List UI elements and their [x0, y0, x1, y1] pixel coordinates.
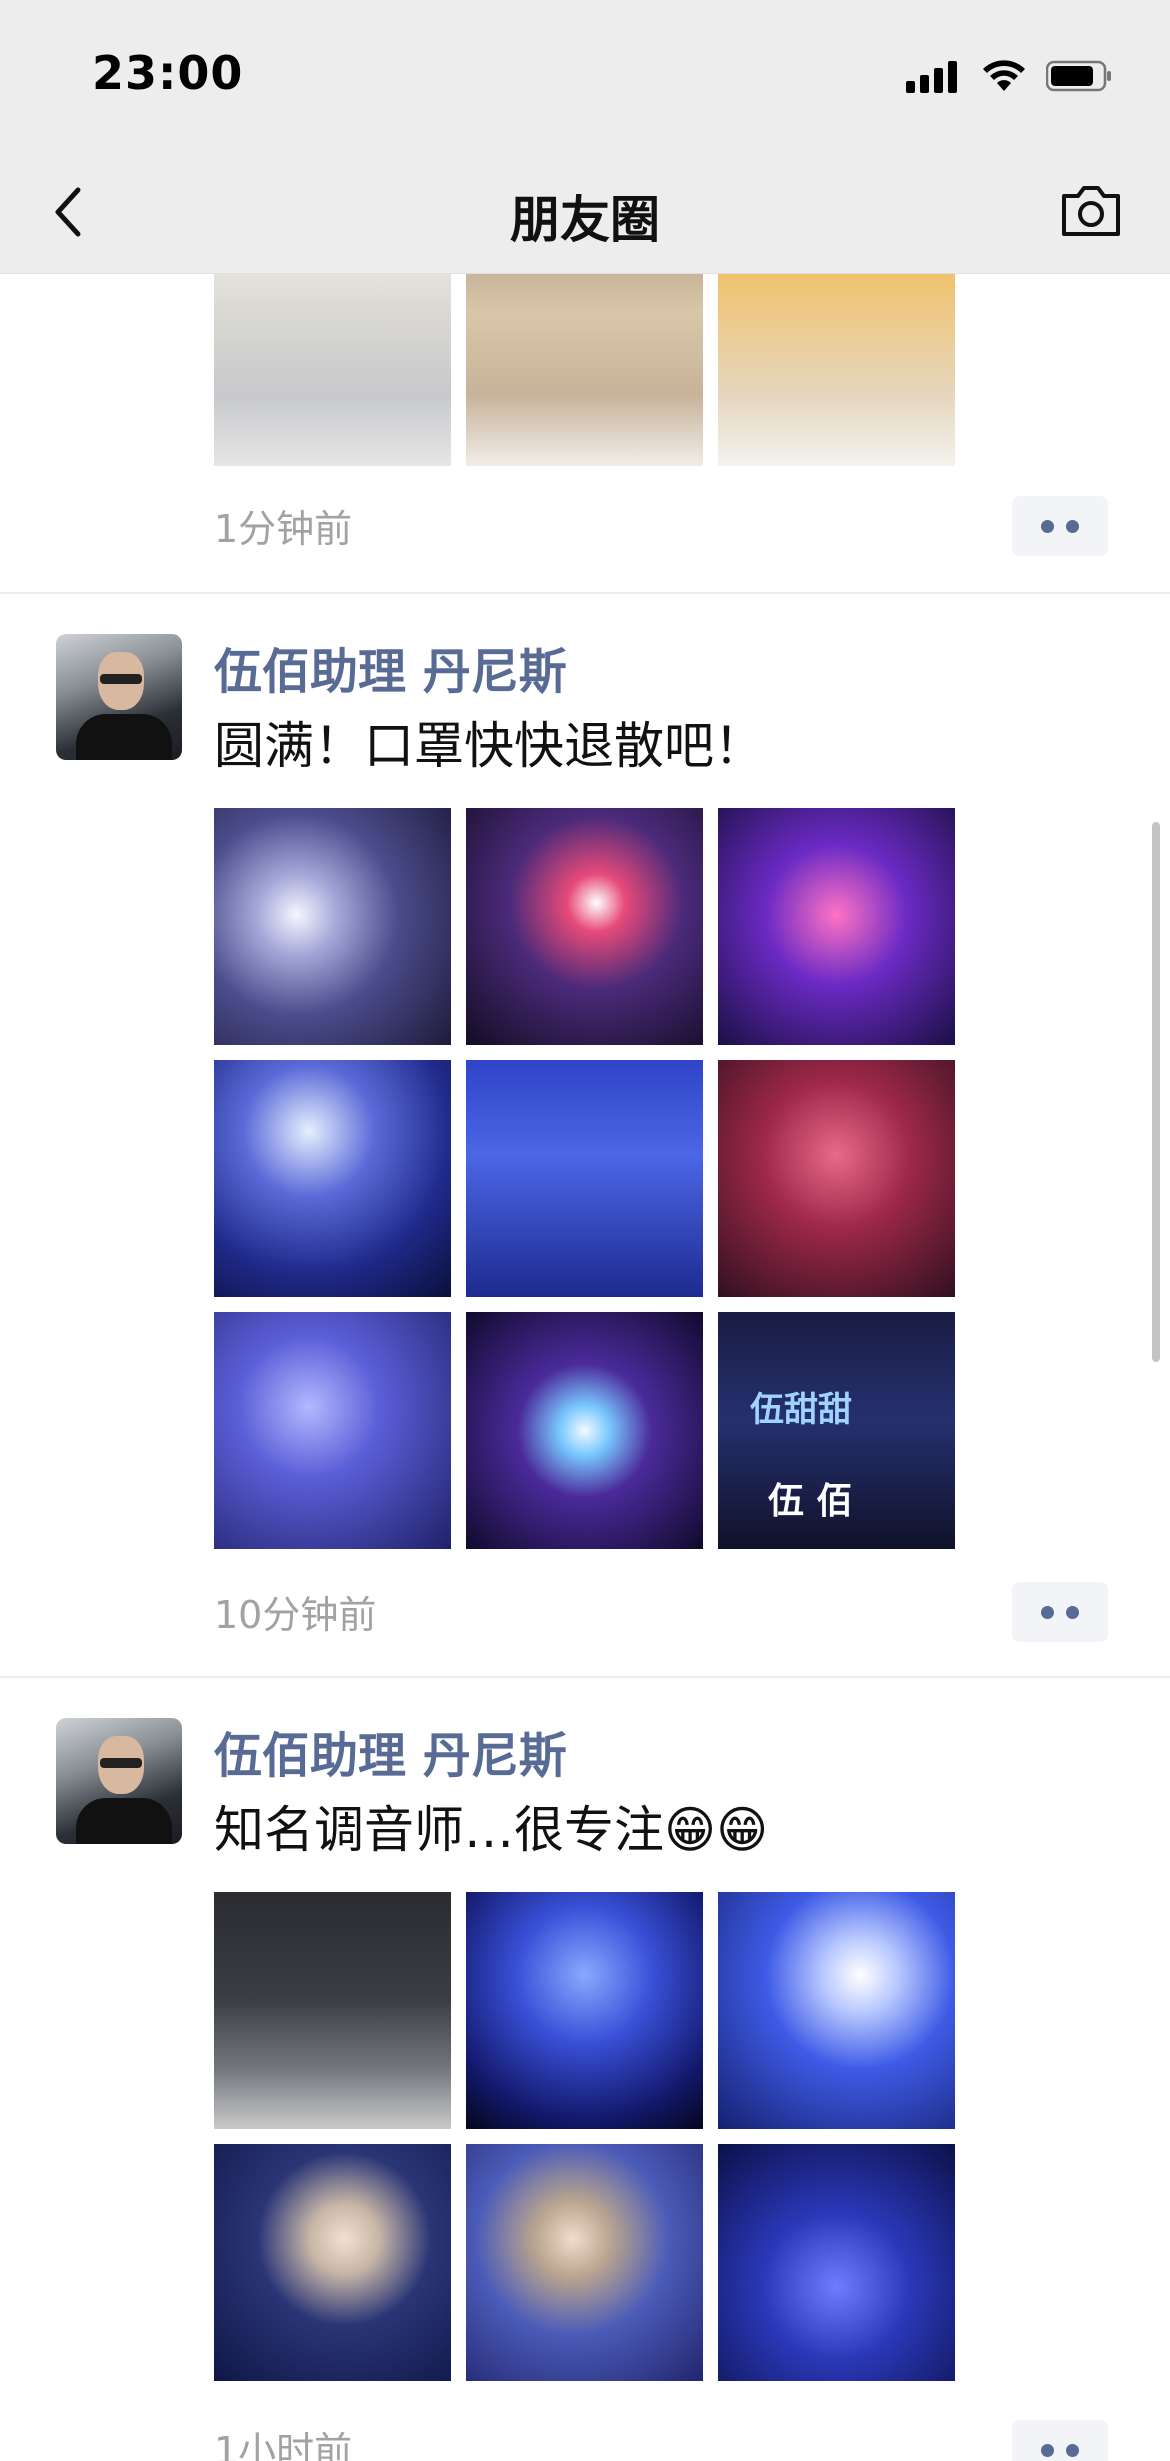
post-image[interactable] [214, 1312, 451, 1549]
dot-icon [1041, 1605, 1054, 1619]
status-time: 23:00 [92, 46, 244, 100]
status-bar: 23:00 [0, 0, 1170, 148]
post-image[interactable] [718, 1892, 955, 2129]
status-icons [906, 56, 1114, 96]
post-text: 圆满！口罩快快退散吧！ [214, 717, 764, 775]
post-image[interactable] [214, 1892, 451, 2129]
post-image[interactable] [214, 1060, 451, 1297]
post-image[interactable] [718, 2144, 955, 2381]
wifi-icon [983, 60, 1025, 91]
post-image[interactable] [214, 2144, 451, 2381]
post-timestamp: 10分钟前 [214, 1593, 377, 1637]
post-image[interactable] [466, 1060, 703, 1297]
post-text: 知名调音师…很专注😁😁 [214, 1801, 769, 1859]
camera-icon[interactable] [1058, 182, 1124, 240]
post-image[interactable] [466, 2144, 703, 2381]
battery-icon [1046, 60, 1111, 92]
post-timestamp: 1分钟前 [214, 507, 353, 551]
neon-sign-text: 伍甜甜 [750, 1390, 852, 1430]
nav-bar: 朋友圈 [0, 148, 1170, 274]
page-title: 朋友圈 [510, 191, 660, 249]
post-image[interactable] [466, 808, 703, 1045]
dot-icon [1041, 2443, 1054, 2457]
post-image[interactable] [718, 808, 955, 1045]
post-image[interactable] [466, 1892, 703, 2129]
more-actions-button[interactable] [1012, 496, 1108, 556]
image-grid: 伍甜甜 伍 佰 [214, 808, 955, 1549]
neon-sign-text: 伍 佰 [768, 1481, 853, 1522]
more-actions-button[interactable] [1012, 1582, 1108, 1642]
post-timestamp: 1小时前 [214, 2429, 353, 2461]
avatar[interactable] [56, 634, 182, 760]
moments-feed[interactable]: 1分钟前 伍佰助理 丹尼斯 圆满！口罩快快退散吧！ 伍甜甜 伍 佰 10分钟前 [0, 274, 1170, 2461]
dot-icon [1041, 519, 1054, 533]
post-image[interactable]: 伍甜甜 伍 佰 [718, 1312, 955, 1549]
dot-icon [1066, 2443, 1079, 2457]
username[interactable]: 伍佰助理 丹尼斯 [214, 632, 567, 702]
post-image[interactable] [214, 274, 451, 466]
username[interactable]: 伍佰助理 丹尼斯 [214, 1716, 567, 1786]
image-grid [214, 274, 955, 466]
dot-icon [1066, 1605, 1079, 1619]
post-3: 伍佰助理 丹尼斯 知名调音师…很专注😁😁 1小时前 [0, 1678, 1170, 2461]
post-2: 伍佰助理 丹尼斯 圆满！口罩快快退散吧！ 伍甜甜 伍 佰 10分钟前 [0, 594, 1170, 1676]
post-1: 1分钟前 [0, 274, 1170, 592]
avatar[interactable] [56, 1718, 182, 1844]
more-actions-button[interactable] [1012, 2420, 1108, 2461]
dot-icon [1066, 519, 1079, 533]
post-image[interactable] [466, 274, 703, 466]
image-grid [214, 1892, 955, 2381]
post-image[interactable] [718, 274, 955, 466]
scrollbar[interactable] [1152, 822, 1160, 1362]
post-image[interactable] [466, 1312, 703, 1549]
post-image[interactable] [214, 808, 451, 1045]
post-image[interactable] [718, 1060, 955, 1297]
cellular-signal-icon [906, 59, 962, 93]
